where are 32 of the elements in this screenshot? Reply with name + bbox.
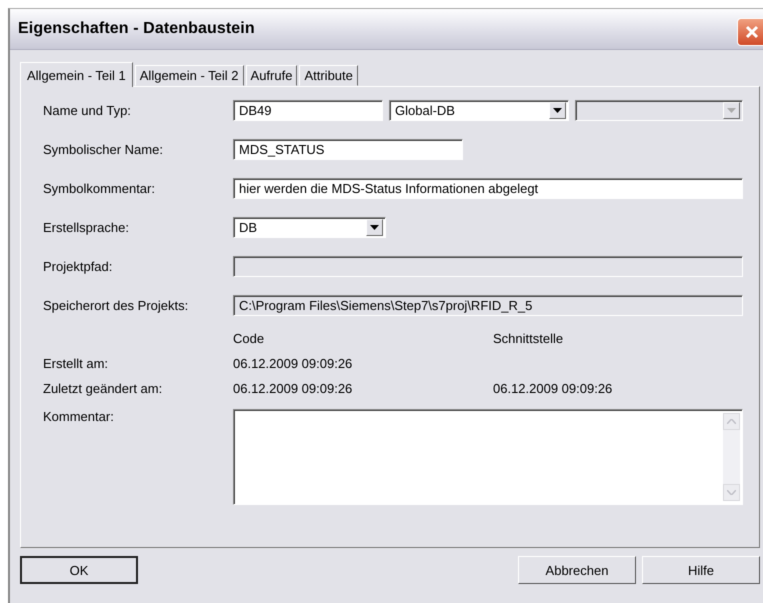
field-label: Kommentar: bbox=[43, 409, 115, 426]
text-field[interactable]: DB49 bbox=[233, 100, 383, 120]
text-field[interactable]: MDS_STATUS bbox=[233, 138, 463, 160]
text-field[interactable]: hier werden die MDS-Status Informationen abgelegt bbox=[233, 178, 743, 198]
column-header: Code bbox=[233, 330, 266, 347]
tab[interactable]: Aufrufe bbox=[246, 65, 298, 86]
field-label: Erstellsprache: bbox=[43, 220, 130, 234]
dropdown[interactable]: DB bbox=[233, 216, 386, 238]
close-button[interactable] bbox=[737, 18, 763, 46]
scroll-up-icon bbox=[723, 413, 740, 430]
close-icon bbox=[745, 25, 759, 39]
field-label: Name und Typ: bbox=[43, 102, 132, 118]
field-label: Symbolischer Name: bbox=[43, 142, 164, 156]
tab[interactable]: Attribute bbox=[299, 65, 358, 86]
field-label: Symbolkommentar: bbox=[43, 180, 156, 196]
tab[interactable]: Allgemein - Teil 2 bbox=[134, 65, 244, 86]
field-label: Zuletzt geändert am: bbox=[43, 380, 164, 397]
field-label: Speicherort des Projekts: bbox=[43, 298, 190, 312]
dialog-button[interactable]: Hilfe bbox=[642, 556, 760, 584]
tab[interactable]: Allgemein - Teil 1 bbox=[20, 62, 133, 87]
timestamp: 06.12.2009 09:09:26 bbox=[233, 355, 354, 372]
field-label: Erstellt am: bbox=[43, 355, 110, 372]
column-header: Schnittstelle bbox=[493, 330, 564, 347]
timestamp: 06.12.2009 09:09:26 bbox=[493, 380, 614, 397]
window-title: Eigenschaften - Datenbaustein bbox=[18, 20, 255, 38]
scroll-down-icon bbox=[723, 484, 740, 501]
field-label: Projektpfad: bbox=[43, 258, 114, 274]
dialog-button[interactable]: OK bbox=[20, 556, 138, 584]
dropdown[interactable]: Global-DB bbox=[389, 100, 569, 120]
comment-field[interactable] bbox=[233, 409, 743, 505]
dialog-button[interactable]: Abbrechen bbox=[518, 556, 636, 584]
timestamp: 06.12.2009 09:09:26 bbox=[233, 380, 354, 397]
